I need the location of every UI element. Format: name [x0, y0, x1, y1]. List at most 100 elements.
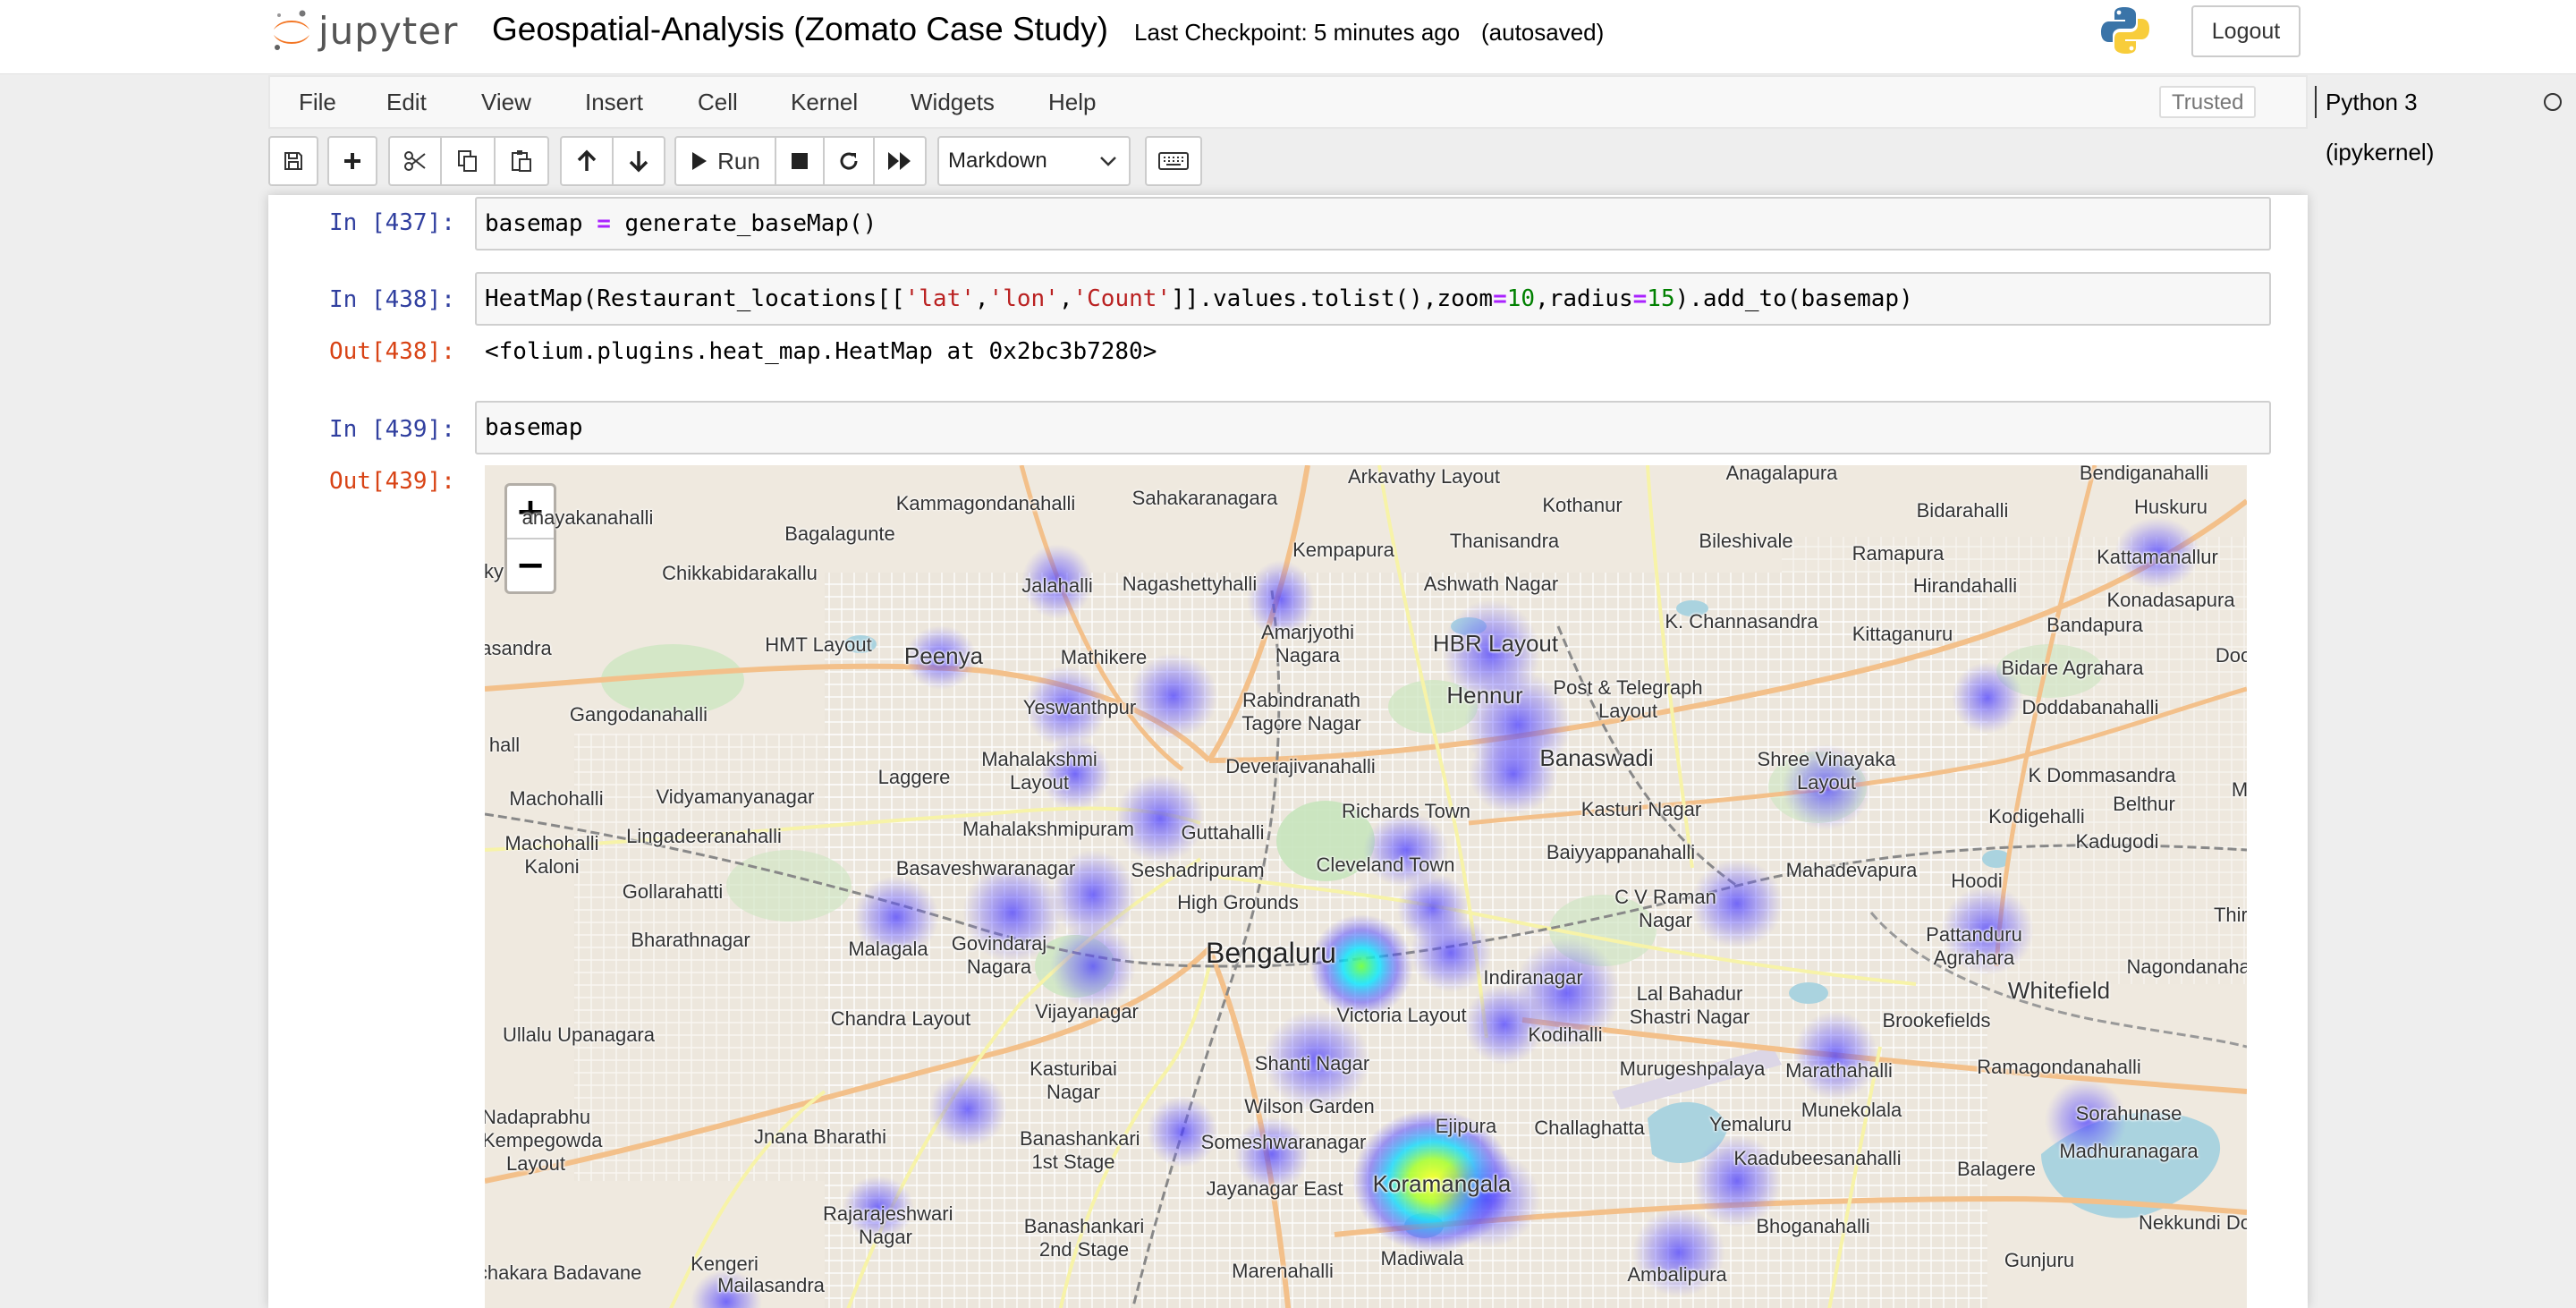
- map-label: Marenahalli: [1232, 1260, 1334, 1282]
- map-label: Kittaganuru: [1852, 623, 1953, 645]
- map-label: Ejipura: [1435, 1115, 1497, 1137]
- map-label: Cleveland Town: [1316, 854, 1455, 876]
- map-label: Deverajivanahalli: [1225, 755, 1376, 777]
- map-label: Shree Vinayaka Layout: [1757, 748, 1896, 794]
- map-label: Sorahunase: [2075, 1102, 2182, 1125]
- play-icon: [692, 152, 708, 170]
- map-label: Wilson Garden: [1244, 1095, 1375, 1117]
- menubar: File Edit View Insert Cell Kernel Widget…: [268, 75, 2562, 166]
- map-label: Basaveshwaranagar: [895, 857, 1076, 879]
- notebook-container: In [437]: basemap = generate_baseMap() I…: [268, 195, 2308, 1308]
- command-palette-button[interactable]: [1145, 136, 1202, 186]
- map-label: Nekkundi Do: [2139, 1211, 2247, 1234]
- map-label: Sahakaranagara: [1131, 487, 1278, 509]
- menu-cell[interactable]: Cell: [698, 77, 738, 127]
- map-label: Ullalu Upanagara: [503, 1023, 655, 1046]
- copy-button[interactable]: [440, 136, 496, 186]
- restart-run-all-button[interactable]: [873, 136, 927, 186]
- logout-button[interactable]: Logout: [2191, 5, 2301, 57]
- kernel-name[interactable]: Python 3 (ipykernel): [2326, 77, 2434, 177]
- cell-type-value: Markdown: [948, 149, 1047, 173]
- map-label: Kasturi Nagar: [1580, 798, 1702, 820]
- map-label: Guttahalli: [1181, 821, 1265, 844]
- menu-kernel[interactable]: Kernel: [791, 77, 858, 127]
- move-up-button[interactable]: [560, 136, 614, 186]
- map-label: Chandra Layout: [830, 1007, 971, 1030]
- cut-button[interactable]: [388, 136, 442, 186]
- map-label: Kodihalli: [1528, 1023, 1603, 1046]
- map-label: Brookefields: [1882, 1009, 1991, 1032]
- map-label: hall: [488, 734, 521, 756]
- map-label: Ambalipura: [1627, 1263, 1727, 1286]
- insert-cell-button[interactable]: [327, 136, 377, 186]
- heatmap-map[interactable]: + − Arkavathy Layout Anagalapura Bendiga…: [485, 465, 2247, 1308]
- map-label: Someshwaranagar: [1200, 1131, 1367, 1153]
- map-label: Doo: [2215, 644, 2247, 667]
- save-button[interactable]: [268, 136, 318, 186]
- jupyter-logo-icon: [274, 10, 309, 50]
- map-label: Madiwala: [1380, 1247, 1464, 1270]
- map-label: Bidare Agrahara: [2001, 657, 2144, 679]
- map-label: Kattamanallur: [2097, 546, 2218, 568]
- map-label: Banaswadi: [1539, 744, 1654, 771]
- trusted-indicator[interactable]: Trusted: [2159, 86, 2257, 118]
- cell-type-select[interactable]: Markdown: [937, 136, 1131, 186]
- restart-button[interactable]: [823, 136, 875, 186]
- interrupt-button[interactable]: [775, 136, 825, 186]
- map-label: HBR Layout: [1432, 630, 1559, 657]
- map-label: ky: [485, 560, 504, 582]
- map-label: Munekolala: [1801, 1099, 1902, 1121]
- map-label: Ramapura: [1852, 542, 1945, 565]
- code-cell-input[interactable]: basemap = generate_baseMap(): [475, 197, 2271, 251]
- jupyter-logo[interactable]: jupyter: [272, 4, 458, 57]
- zoom-out-button[interactable]: −: [507, 539, 554, 591]
- map-label: Hennur: [1446, 682, 1523, 709]
- map-label: Kodigehalli: [1988, 805, 2085, 828]
- map-label: Malagala: [848, 938, 928, 960]
- menu-view[interactable]: View: [481, 77, 531, 127]
- map-label: Mahalakshmi Layout: [981, 748, 1097, 794]
- stop-icon: [792, 153, 808, 169]
- run-button[interactable]: Run: [674, 136, 776, 186]
- menu-help[interactable]: Help: [1048, 77, 1096, 127]
- menu-insert[interactable]: Insert: [585, 77, 643, 127]
- restart-icon: [840, 152, 858, 170]
- zoom-control: + −: [504, 483, 556, 594]
- map-label: Rabindranath Tagore Nagar: [1241, 689, 1361, 735]
- notebook-title[interactable]: Geospatial-Analysis (Zomato Case Study): [492, 7, 1108, 52]
- paste-button[interactable]: [494, 136, 549, 186]
- code-cell-input[interactable]: basemap: [475, 401, 2271, 454]
- map-label: Shanti Nagar: [1254, 1052, 1370, 1074]
- map-label: Laggere: [877, 766, 951, 788]
- map-label: Ashwath Nagar: [1423, 573, 1559, 595]
- kernel-idle-icon: [2544, 93, 2562, 111]
- move-down-button[interactable]: [612, 136, 665, 186]
- map-label: Kammagondanahalli: [895, 492, 1076, 514]
- map-label: Bandapura: [2046, 614, 2143, 636]
- menu-edit[interactable]: Edit: [386, 77, 427, 127]
- map-label: Machohalli: [509, 787, 604, 810]
- cell-in-prompt: In [437]:: [329, 209, 455, 236]
- map-label: Kothanur: [1542, 494, 1623, 516]
- menu-file[interactable]: File: [299, 77, 336, 127]
- map-label: Chikkabidarakallu: [662, 562, 818, 584]
- map-label: Mathikere: [1060, 646, 1148, 668]
- map-label: Ramagondanahalli: [1977, 1056, 2141, 1078]
- arrow-up-icon: [577, 149, 597, 171]
- map-label: Jayanagar East: [1206, 1177, 1343, 1200]
- map-label: Seshadripuram: [1131, 859, 1265, 881]
- code-cell-input[interactable]: HeatMap(Restaurant_locations[['lat','lon…: [475, 272, 2271, 326]
- map-label: Mahadevapura: [1785, 859, 1918, 881]
- map-label: Hirandahalli: [1912, 574, 2018, 597]
- autosave-status: (autosaved): [1481, 19, 1605, 46]
- map-label: Vijayanagar: [1035, 1000, 1139, 1023]
- map-label: Nagashettyhalli: [1122, 573, 1258, 595]
- arrow-down-icon: [629, 151, 648, 173]
- map-label: Bagalagunte: [784, 522, 895, 545]
- map-label: Machohalli Kaloni: [504, 832, 599, 878]
- menu-widgets[interactable]: Widgets: [911, 77, 995, 127]
- copy-icon: [458, 150, 477, 172]
- map-label: Nadaprabhu Kempegowda Layout: [485, 1106, 603, 1175]
- map-label: anayakanahalli: [521, 506, 654, 529]
- cell-out-prompt: Out[438]:: [329, 338, 455, 365]
